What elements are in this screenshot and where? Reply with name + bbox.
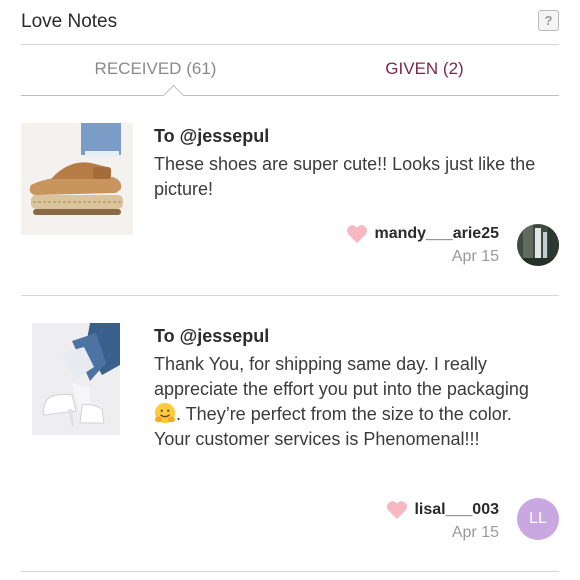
note-date: Apr 15 bbox=[451, 248, 499, 265]
tab-received-count: (61) bbox=[186, 59, 217, 78]
sender-username[interactable]: mandy___arie25 bbox=[374, 225, 499, 243]
page-title: Love Notes bbox=[21, 11, 118, 32]
love-note: To @jessepul These shoes are super cute!… bbox=[21, 96, 559, 296]
product-thumbnail[interactable] bbox=[32, 323, 120, 435]
help-button[interactable]: ? bbox=[538, 10, 559, 31]
note-message: These shoes are super cute!! Looks just … bbox=[154, 154, 536, 199]
hugging-face-emoji-icon bbox=[154, 402, 176, 424]
note-signoff: mandy___arie25 Apr 15 bbox=[346, 224, 499, 266]
tab-given-count: (2) bbox=[442, 59, 464, 78]
tab-given-label: GIVEN bbox=[385, 59, 439, 78]
note-signoff: lisal___003 Apr 15 bbox=[386, 500, 499, 542]
avatar[interactable] bbox=[517, 224, 559, 266]
heels-image-icon bbox=[32, 323, 120, 435]
avatar[interactable]: LL bbox=[517, 498, 559, 540]
waterfall-avatar-icon bbox=[517, 224, 559, 266]
heart-icon bbox=[387, 501, 408, 520]
note-date: Apr 15 bbox=[451, 524, 499, 541]
sandal-image-icon bbox=[21, 123, 133, 235]
tab-received[interactable]: RECEIVED (61) bbox=[21, 59, 290, 79]
note-recipient: To @jessepul bbox=[154, 326, 270, 346]
love-note: To @jessepul Thank You, for shipping sam… bbox=[21, 296, 559, 572]
product-thumbnail[interactable] bbox=[21, 123, 133, 235]
sender-username[interactable]: lisal___003 bbox=[414, 501, 499, 519]
note-message: Thank You, for shipping same day. I real… bbox=[154, 352, 549, 452]
love-notes-header: Love Notes ? bbox=[21, 0, 559, 45]
heart-icon bbox=[347, 225, 368, 244]
tab-received-label: RECEIVED bbox=[94, 59, 182, 78]
note-recipient: To @jessepul bbox=[154, 126, 270, 146]
note-message-part: Thank You, for shipping same day. I real… bbox=[154, 354, 529, 399]
tab-given[interactable]: GIVEN (2) bbox=[290, 59, 559, 79]
note-message-part: . They’re perfect from the size to the c… bbox=[154, 404, 512, 449]
notes-tabs: RECEIVED (61) GIVEN (2) bbox=[21, 44, 559, 107]
